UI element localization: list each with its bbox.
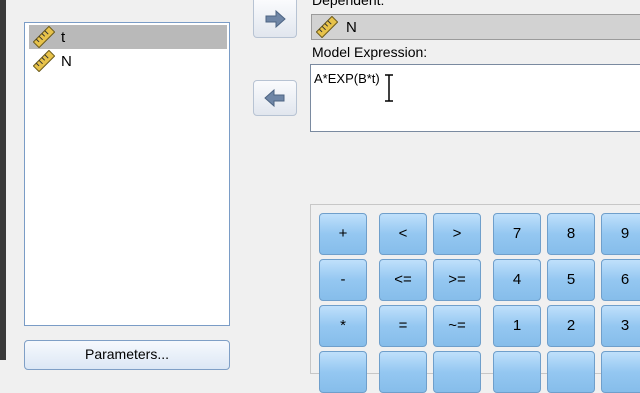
dependent-label: Dependent: <box>312 0 385 8</box>
key-not-equal[interactable]: ~= <box>433 305 481 347</box>
key-less-or-equal[interactable]: <= <box>379 259 427 301</box>
key-2[interactable]: 2 <box>547 305 595 347</box>
text-cursor-icon <box>385 74 393 102</box>
variable-item-n[interactable]: N <box>29 49 227 73</box>
key-minus[interactable]: - <box>319 259 367 301</box>
key-8[interactable]: 8 <box>547 213 595 255</box>
move-to-dependent-button[interactable] <box>253 0 297 38</box>
key-row4-3[interactable] <box>433 351 481 393</box>
scale-ruler-icon <box>33 50 55 72</box>
key-row4-5[interactable] <box>547 351 595 393</box>
key-row4-6[interactable] <box>601 351 640 393</box>
move-to-list-button[interactable] <box>253 80 297 116</box>
key-greater-than[interactable]: > <box>433 213 481 255</box>
key-5[interactable]: 5 <box>547 259 595 301</box>
key-multiply[interactable]: * <box>319 305 367 347</box>
dependent-field[interactable]: N <box>311 14 640 40</box>
key-row4-1[interactable] <box>319 351 367 393</box>
key-3[interactable]: 3 <box>601 305 640 347</box>
key-plus[interactable]: + <box>319 213 367 255</box>
scale-ruler-icon <box>316 16 338 38</box>
model-expression-label: Model Expression: <box>312 44 428 60</box>
dependent-value: N <box>346 18 357 36</box>
model-expression-value: A*EXP(B*t) <box>314 71 380 86</box>
key-4[interactable]: 4 <box>493 259 541 301</box>
key-row4-2[interactable] <box>379 351 427 393</box>
key-6[interactable]: 6 <box>601 259 640 301</box>
key-9[interactable]: 9 <box>601 213 640 255</box>
variable-list[interactable]: t N <box>24 22 230 326</box>
key-1[interactable]: 1 <box>493 305 541 347</box>
variable-label: N <box>61 52 72 70</box>
key-row4-4[interactable] <box>493 351 541 393</box>
arrow-left-icon <box>264 88 285 108</box>
scale-ruler-icon <box>33 26 55 48</box>
key-equals[interactable]: = <box>379 305 427 347</box>
model-expression-input[interactable]: A*EXP(B*t) <box>310 64 640 132</box>
parameters-button[interactable]: Parameters... <box>24 340 230 370</box>
key-7[interactable]: 7 <box>493 213 541 255</box>
key-greater-or-equal[interactable]: >= <box>433 259 481 301</box>
key-less-than[interactable]: < <box>379 213 427 255</box>
window-edge <box>0 0 6 360</box>
keypad-panel: + < > 7 8 9 - <= >= 4 5 6 * = ~= 1 2 3 <box>310 204 640 393</box>
variable-label: t <box>61 28 66 46</box>
variable-item-t[interactable]: t <box>29 25 227 49</box>
arrow-right-icon <box>265 9 286 28</box>
